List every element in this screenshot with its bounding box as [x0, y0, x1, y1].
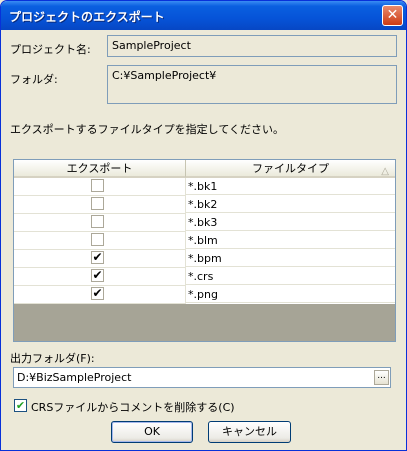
- filetype-cell: *.png: [186, 286, 395, 303]
- filetype-cell: *.bk3: [186, 214, 395, 231]
- close-icon: ✕: [386, 7, 399, 23]
- filetype-list[interactable]: エクスポート ファイルタイプ △ *.bk1 *.bk2 *.bk3 *.blm ✔ *.…: [13, 159, 396, 342]
- browse-button[interactable]: ...: [374, 370, 389, 385]
- column-header-export-label: エクスポート: [66, 162, 133, 175]
- remove-comments-checkbox[interactable]: ✔: [14, 399, 27, 412]
- table-row[interactable]: *.bk1: [14, 178, 395, 196]
- table-row[interactable]: *.blm: [14, 232, 395, 250]
- close-button[interactable]: ✕: [382, 5, 403, 26]
- title-bar[interactable]: プロジェクトのエクスポート ✕: [1, 1, 406, 30]
- export-checkbox[interactable]: ✔: [91, 269, 104, 282]
- folder-field: C:¥SampleProject¥: [107, 65, 397, 104]
- project-name-label: プロジェクト名:: [10, 43, 91, 56]
- column-header-filetype[interactable]: ファイルタイプ △: [186, 160, 395, 178]
- export-cell: [14, 214, 186, 232]
- instruction-text: エクスポートするファイルタイプを指定してください。: [10, 123, 285, 136]
- window-title: プロジェクトのエクスポート: [9, 10, 165, 24]
- export-checkbox[interactable]: [91, 197, 104, 210]
- export-cell: ✔: [14, 250, 186, 268]
- export-checkbox[interactable]: [91, 179, 104, 192]
- table-row[interactable]: ✔ *.png: [14, 286, 395, 304]
- export-cell: ✔: [14, 268, 186, 286]
- filetype-cell: *.bk1: [186, 178, 395, 195]
- table-row[interactable]: *.bk3: [14, 214, 395, 232]
- filetype-cell: *.bk2: [186, 196, 395, 213]
- cancel-button[interactable]: キャンセル: [208, 421, 291, 443]
- output-folder-label: 出力フォルダ(F):: [10, 352, 95, 365]
- export-checkbox[interactable]: [91, 233, 104, 246]
- export-cell: [14, 196, 186, 214]
- filetype-cell: *.crs: [186, 268, 395, 285]
- table-row[interactable]: ✔ *.crs: [14, 268, 395, 286]
- filetype-cell: *.blm: [186, 232, 395, 249]
- filetype-cell: *.bpm: [186, 250, 395, 267]
- output-folder-input[interactable]: D:¥BizSampleProject: [13, 367, 391, 388]
- export-checkbox[interactable]: ✔: [91, 251, 104, 264]
- folder-label: フォルダ:: [10, 73, 58, 86]
- export-cell: [14, 232, 186, 250]
- export-checkbox[interactable]: [91, 215, 104, 228]
- ok-button[interactable]: OK: [111, 421, 193, 443]
- column-header-filetype-label: ファイルタイプ: [252, 162, 329, 175]
- table-row[interactable]: ✔ *.bpm: [14, 250, 395, 268]
- project-name-field: SampleProject: [107, 35, 397, 57]
- export-checkbox[interactable]: ✔: [91, 287, 104, 300]
- export-dialog: プロジェクトのエクスポート ✕ プロジェクト名: SampleProject フ…: [0, 0, 407, 451]
- remove-comments-label[interactable]: CRSファイルからコメントを削除する(C): [31, 399, 235, 415]
- export-cell: [14, 178, 186, 196]
- table-row[interactable]: *.bk2: [14, 196, 395, 214]
- column-header-export[interactable]: エクスポート: [14, 160, 186, 178]
- export-cell: ✔: [14, 286, 186, 304]
